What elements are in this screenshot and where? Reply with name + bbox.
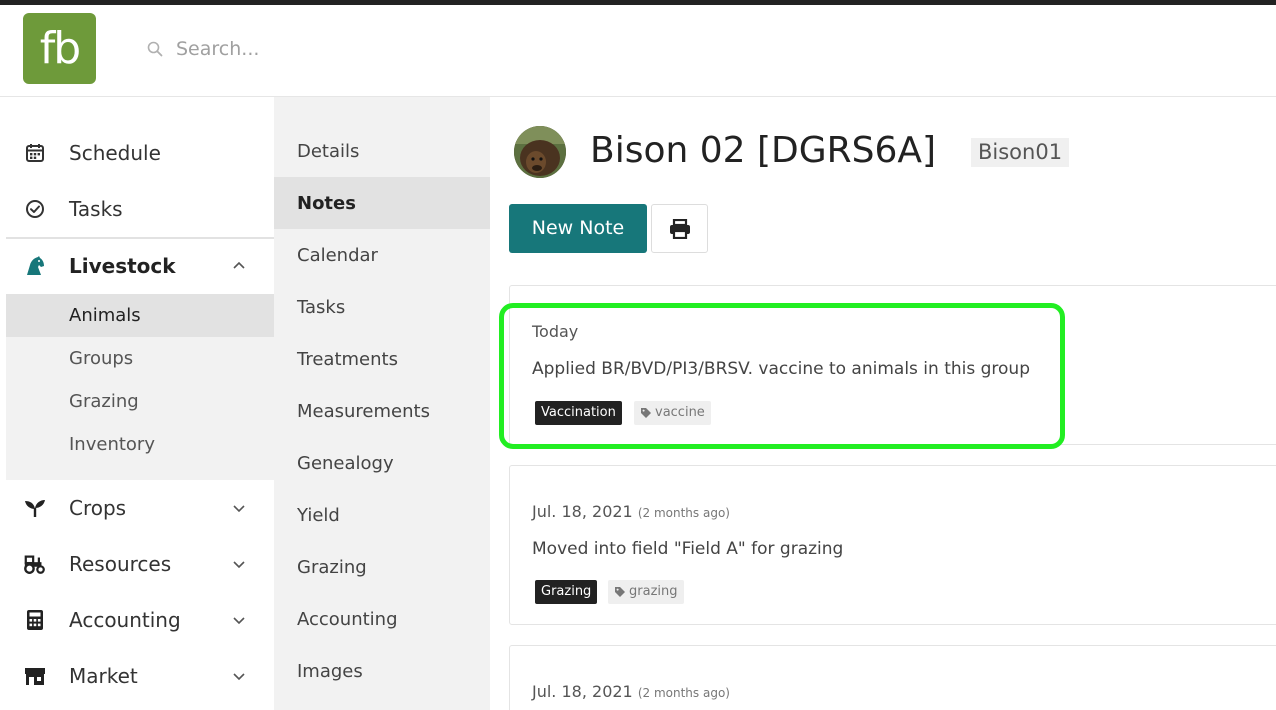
animal-avatar[interactable] bbox=[514, 126, 566, 178]
subnav-label: Yield bbox=[297, 504, 340, 526]
sidebar-item-label: Tasks bbox=[69, 197, 123, 221]
chevron-down-icon bbox=[233, 505, 245, 513]
app-header: fb bbox=[0, 5, 1276, 97]
search-icon bbox=[147, 41, 163, 57]
subnav-label: Genealogy bbox=[297, 452, 394, 474]
chevron-up-icon bbox=[233, 261, 245, 269]
subnav-label: Calendar bbox=[297, 244, 378, 266]
subnav-calendar[interactable]: Calendar bbox=[274, 229, 490, 281]
chevron-down-icon bbox=[233, 673, 245, 681]
note-text: Applied BR/BVD/PI3/BRSV. vaccine to anim… bbox=[532, 359, 1030, 379]
calculator-icon bbox=[23, 608, 47, 632]
subnav-measurements[interactable]: Measurements bbox=[274, 385, 490, 437]
animal-tag-badge: Bison01 bbox=[971, 138, 1070, 167]
note-keyword-tag[interactable]: grazing bbox=[608, 580, 684, 604]
subnav-label: Images bbox=[297, 660, 363, 682]
note-date: Jul. 18, 2021 (2 months ago) bbox=[532, 502, 730, 521]
note-relative-time: (2 months ago) bbox=[637, 506, 730, 520]
print-icon bbox=[669, 218, 690, 239]
note-date-text: Jul. 18, 2021 bbox=[532, 502, 633, 521]
livestock-submenu: Animals Groups Grazing Inventory bbox=[6, 294, 274, 480]
sidebar-subitem-label: Groups bbox=[69, 348, 134, 369]
sidebar-item-market[interactable]: Market bbox=[6, 648, 274, 704]
subnav-yield[interactable]: Yield bbox=[274, 489, 490, 541]
farmbrite-logo[interactable]: fb bbox=[23, 13, 96, 84]
subnav-label: Measurements bbox=[297, 400, 430, 422]
note-date: Jul. 18, 2021 (2 months ago) bbox=[532, 682, 730, 701]
note-date-text: Jul. 18, 2021 bbox=[532, 682, 633, 701]
note-text: Moved into field "Field A" for grazing bbox=[532, 539, 844, 559]
sidebar-subitem-groups[interactable]: Groups bbox=[6, 337, 274, 380]
main-sidebar: Schedule Tasks Livestock Animals Groups … bbox=[6, 97, 274, 710]
page-title: Bison 02 [DGRS6A] bbox=[590, 130, 937, 171]
note-card[interactable]: Jul. 18, 2021 (2 months ago) bbox=[509, 645, 1276, 710]
tag-icon bbox=[615, 587, 625, 597]
sidebar-item-label: Crops bbox=[69, 496, 127, 520]
seedling-icon bbox=[23, 496, 47, 520]
note-relative-time: (2 months ago) bbox=[637, 686, 730, 700]
main-content: Bison 02 [DGRS6A] Bison01 New Note Today… bbox=[490, 97, 1276, 710]
keyword-label: vaccine bbox=[655, 405, 705, 420]
note-category-badge[interactable]: Vaccination bbox=[535, 401, 622, 425]
sidebar-item-accounting[interactable]: Accounting bbox=[6, 592, 274, 648]
subnav-accounting[interactable]: Accounting bbox=[274, 593, 490, 645]
sidebar-item-label: Resources bbox=[69, 552, 172, 576]
note-card[interactable]: Today Applied BR/BVD/PI3/BRSV. vaccine t… bbox=[509, 285, 1276, 445]
sidebar-subitem-label: Animals bbox=[69, 305, 141, 326]
calendar-icon bbox=[23, 141, 47, 165]
check-circle-icon bbox=[23, 197, 47, 221]
sidebar-item-label: Livestock bbox=[69, 254, 176, 278]
subnav-treatments[interactable]: Treatments bbox=[274, 333, 490, 385]
chevron-down-icon bbox=[233, 561, 245, 569]
subnav-label: Grazing bbox=[297, 556, 367, 578]
new-note-button[interactable]: New Note bbox=[509, 204, 647, 253]
sidebar-subitem-label: Inventory bbox=[69, 434, 155, 455]
subnav-label: Treatments bbox=[297, 348, 398, 370]
sidebar-item-label: Schedule bbox=[69, 141, 161, 165]
subnav-images[interactable]: Images bbox=[274, 645, 490, 697]
sidebar-item-label: Market bbox=[69, 664, 138, 688]
sidebar-subitem-label: Grazing bbox=[69, 391, 139, 412]
horse-icon bbox=[23, 254, 47, 278]
print-button[interactable] bbox=[651, 204, 708, 253]
sidebar-item-crops[interactable]: Crops bbox=[6, 480, 274, 536]
tag-icon bbox=[641, 408, 651, 418]
sidebar-subitem-animals[interactable]: Animals bbox=[6, 294, 274, 337]
sidebar-item-livestock[interactable]: Livestock bbox=[6, 238, 274, 294]
chevron-down-icon bbox=[233, 617, 245, 625]
subnav-label: Tasks bbox=[297, 296, 346, 318]
note-date: Today bbox=[532, 322, 579, 341]
subnav-label: Notes bbox=[297, 192, 356, 214]
note-card[interactable]: Jul. 18, 2021 (2 months ago) Moved into … bbox=[509, 465, 1276, 625]
sidebar-item-tasks[interactable]: Tasks bbox=[6, 181, 274, 237]
subnav-genealogy[interactable]: Genealogy bbox=[274, 437, 490, 489]
subnav-details[interactable]: Details bbox=[274, 125, 490, 177]
animal-subnav: Details Notes Calendar Tasks Treatments … bbox=[274, 97, 490, 710]
note-keyword-tag[interactable]: vaccine bbox=[634, 401, 711, 425]
sidebar-subitem-grazing[interactable]: Grazing bbox=[6, 380, 274, 423]
subnav-tasks[interactable]: Tasks bbox=[274, 281, 490, 333]
subnav-label: Accounting bbox=[297, 608, 398, 630]
keyword-label: grazing bbox=[629, 584, 678, 599]
sidebar-item-label: Accounting bbox=[69, 608, 181, 632]
tractor-icon bbox=[23, 552, 47, 576]
sidebar-item-schedule[interactable]: Schedule bbox=[6, 125, 274, 181]
sidebar-subitem-inventory[interactable]: Inventory bbox=[6, 423, 274, 466]
note-category-badge[interactable]: Grazing bbox=[535, 580, 598, 604]
store-icon bbox=[23, 664, 47, 688]
sidebar-item-resources[interactable]: Resources bbox=[6, 536, 274, 592]
subnav-label: Details bbox=[297, 140, 360, 162]
subnav-notes[interactable]: Notes bbox=[274, 177, 490, 229]
search-bar[interactable] bbox=[146, 32, 406, 66]
search-input[interactable] bbox=[176, 38, 396, 60]
subnav-grazing[interactable]: Grazing bbox=[274, 541, 490, 593]
